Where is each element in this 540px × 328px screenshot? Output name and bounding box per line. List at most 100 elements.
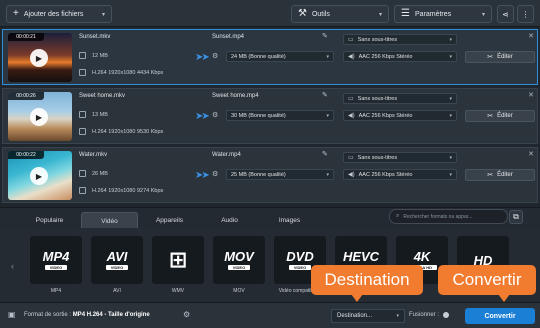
source-filename: Water.mkv — [79, 152, 108, 158]
close-icon[interactable]: ✕ — [528, 91, 534, 99]
play-icon[interactable]: ▶ — [30, 49, 48, 67]
format-mp4[interactable]: MP4 VIDEO MP4 — [30, 236, 82, 294]
menu-icon: ☰ — [401, 8, 410, 19]
convert-arrow-icon: ➤➤ — [195, 52, 210, 63]
destination-callout: Destination — [311, 265, 423, 302]
output-settings-icon[interactable]: ▣ — [8, 310, 16, 319]
output-filename[interactable]: Sweet home.mp4 — [212, 93, 259, 99]
close-icon[interactable]: ✕ — [528, 150, 534, 158]
chevron-down-icon: ▾ — [101, 11, 105, 18]
chevron-down-icon: ▾ — [449, 36, 452, 43]
share-button[interactable]: ⋖ — [497, 5, 514, 23]
output-filename[interactable]: Water.mp4 — [212, 152, 241, 158]
chevron-down-icon: ▾ — [449, 171, 452, 178]
tab-video[interactable]: Vidéo — [81, 212, 138, 229]
format-avi[interactable]: AVI VIDEO AVI — [91, 236, 143, 294]
gear-icon[interactable]: ⚙ — [212, 170, 218, 178]
tools-label: Outils — [311, 10, 330, 18]
format-wmv[interactable]: ⊞ WMV — [152, 236, 204, 294]
film-icon — [79, 128, 86, 135]
convert-arrow-icon: ➤➤ — [195, 111, 210, 122]
convert-button[interactable]: Convertir — [465, 308, 535, 324]
file-icon — [79, 52, 86, 59]
play-icon[interactable]: ▶ — [30, 167, 48, 185]
more-button[interactable]: ⋮ — [517, 5, 534, 23]
file-icon — [79, 170, 86, 177]
output-filename[interactable]: Sunset.mp4 — [212, 34, 244, 40]
chevron-down-icon: ▾ — [449, 154, 452, 161]
subtitles-icon: ▭ — [348, 96, 354, 102]
file-row[interactable]: 00:00:22 ▶ Water.mkv 26 MB H.264 1920x10… — [2, 147, 538, 203]
film-icon — [79, 187, 86, 194]
pencil-icon[interactable]: ✎ — [322, 150, 328, 158]
plus-icon: + — [13, 8, 19, 19]
pencil-icon[interactable]: ✎ — [322, 32, 328, 40]
add-files-label: Ajouter des fichiers — [23, 10, 84, 18]
audio-select[interactable]: ◀) AAC 256 Kbps Stéréo ▾ — [343, 51, 457, 62]
settings-button[interactable]: ☰ Paramètres ▾ — [394, 5, 492, 23]
play-icon[interactable]: ▶ — [30, 108, 48, 126]
custom-format-button[interactable]: ⧉ — [509, 210, 523, 224]
tab-audio[interactable]: Audio — [201, 212, 258, 229]
convert-callout: Convertir — [438, 265, 536, 302]
film-icon — [79, 69, 86, 76]
file-list: 00:00:21 ▶ Sunset.mkv 12 MB H.264 1920x1… — [2, 29, 538, 205]
scissors-icon: ✂ — [487, 54, 494, 61]
tab-popular[interactable]: Populaire — [21, 212, 78, 229]
subtitles-icon: ▭ — [348, 155, 354, 161]
video-thumbnail[interactable]: 00:00:22 ▶ — [8, 151, 72, 200]
edit-button[interactable]: ✂ Éditer — [465, 110, 535, 122]
tools-button[interactable]: ⚒ Outils ▾ — [291, 5, 389, 23]
chevron-down-icon: ▾ — [326, 112, 329, 119]
format-search-input[interactable]: ⌕ Rechercher formats ou appar... — [389, 209, 508, 224]
source-size: 13 MB — [79, 111, 108, 118]
gear-icon[interactable]: ⚙ — [183, 310, 190, 319]
tab-images[interactable]: Images — [261, 212, 318, 229]
edit-button[interactable]: ✂ Éditer — [465, 51, 535, 63]
close-icon[interactable]: ✕ — [528, 32, 534, 40]
source-filename: Sweet home.mkv — [79, 93, 126, 99]
chevron-down-icon: ▾ — [449, 53, 452, 60]
chevron-left-icon[interactable]: ‹ — [11, 261, 14, 271]
source-codec: H.264 1920x1080 4434 Kbps — [79, 69, 163, 76]
speaker-icon: ◀) — [348, 54, 355, 60]
file-row[interactable]: 00:00:26 ▶ Sweet home.mkv 13 MB H.264 19… — [2, 88, 538, 144]
output-size-select[interactable]: 25 MB (Bonne qualité) ▾ — [226, 169, 334, 180]
tools-icon: ⚒ — [298, 8, 307, 19]
convert-arrow-icon: ➤➤ — [195, 170, 210, 181]
source-size: 12 MB — [79, 52, 108, 59]
video-thumbnail[interactable]: 00:00:21 ▶ — [8, 33, 72, 82]
merge-toggle[interactable]: Fusionner : — [409, 312, 450, 318]
windows-logo-icon: ⊞ — [168, 247, 188, 272]
share-icon: ⋖ — [502, 9, 509, 19]
chevron-down-icon: ▾ — [449, 95, 452, 102]
subtitles-select[interactable]: ▭ Sans sous-titres ▾ — [343, 93, 457, 104]
file-icon — [79, 111, 86, 118]
pencil-icon[interactable]: ✎ — [322, 91, 328, 99]
subtitles-select[interactable]: ▭ Sans sous-titres ▾ — [343, 152, 457, 163]
subtitles-icon: ▭ — [348, 37, 354, 43]
audio-select[interactable]: ◀) AAC 256 Kbps Stéréo ▾ — [343, 169, 457, 180]
file-row[interactable]: 00:00:21 ▶ Sunset.mkv 12 MB H.264 1920x1… — [2, 29, 538, 85]
output-size-select[interactable]: 30 MB (Bonne qualité) ▾ — [226, 110, 334, 121]
scissors-icon: ✂ — [487, 113, 494, 120]
audio-select[interactable]: ◀) AAC 256 Kbps Stéréo ▾ — [343, 110, 457, 121]
subtitles-select[interactable]: ▭ Sans sous-titres ▾ — [343, 34, 457, 45]
edit-button[interactable]: ✂ Éditer — [465, 169, 535, 181]
chevron-down-icon: ▾ — [378, 11, 382, 18]
add-files-button[interactable]: + Ajouter des fichiers ▾ — [6, 5, 112, 23]
format-mov[interactable]: MOV VIDEO MOV — [213, 236, 265, 294]
output-size-select[interactable]: 24 MB (Bonne qualité) ▾ — [226, 51, 334, 62]
gear-icon[interactable]: ⚙ — [212, 52, 218, 60]
search-icon: ⌕ — [396, 213, 400, 219]
bottom-bar: ▣ Format de sortie : MP4 H.264 - Taille … — [0, 302, 540, 328]
destination-select[interactable]: Destination... ▾ — [331, 309, 405, 323]
output-format-label[interactable]: Format de sortie : MP4 H.264 - Taille d'… — [24, 312, 150, 318]
chevron-down-icon: ▾ — [449, 112, 452, 119]
source-size: 26 MB — [79, 170, 108, 177]
gear-icon[interactable]: ⚙ — [212, 111, 218, 119]
speaker-icon: ◀) — [348, 172, 355, 178]
duration-badge: 00:00:26 — [8, 92, 44, 100]
video-thumbnail[interactable]: 00:00:26 ▶ — [8, 92, 72, 141]
tab-devices[interactable]: Appareils — [141, 212, 198, 229]
